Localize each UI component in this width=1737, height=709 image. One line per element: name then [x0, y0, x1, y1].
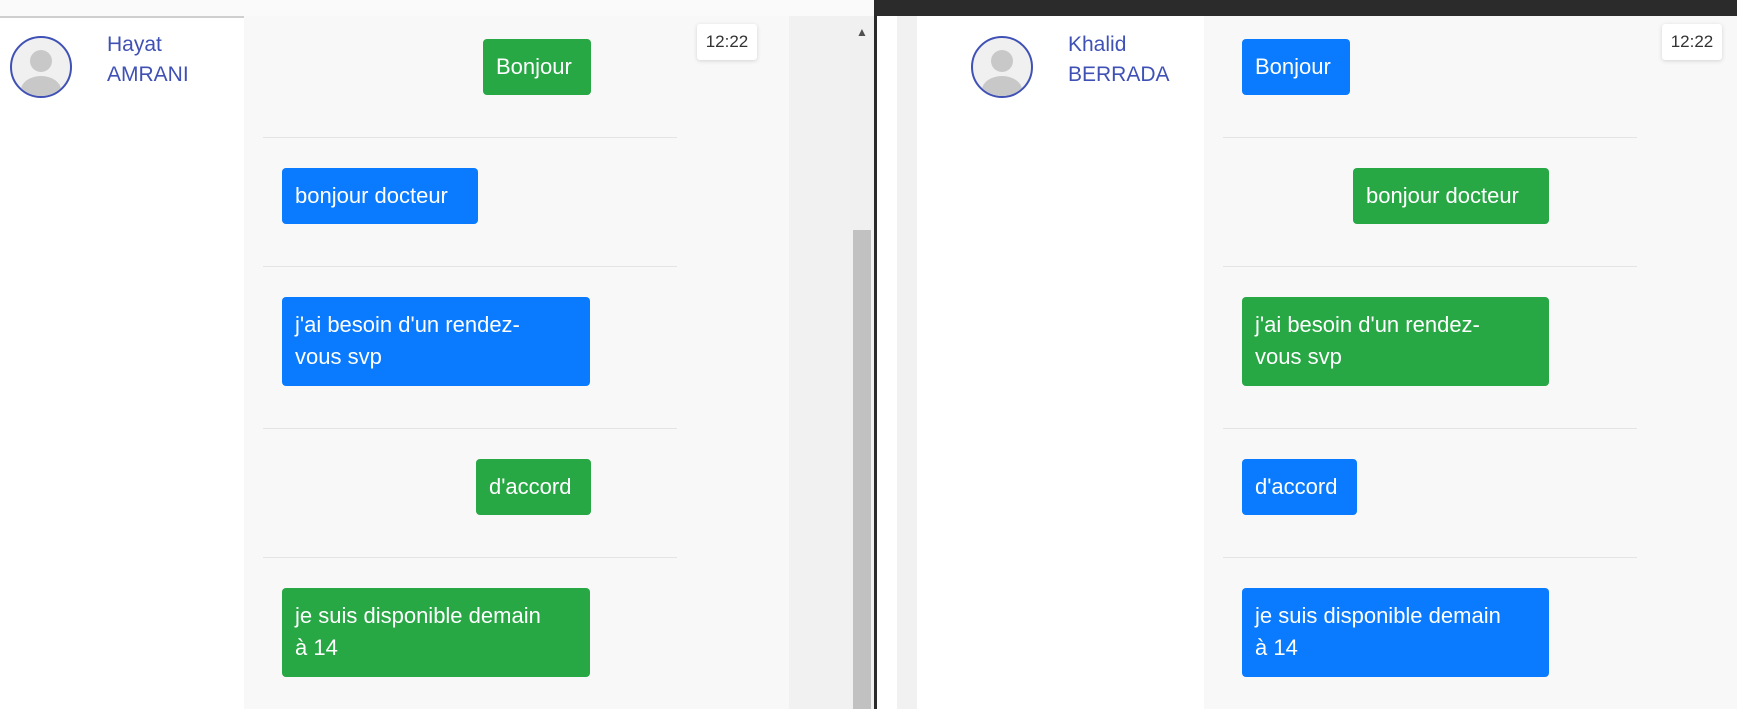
avatar [10, 36, 72, 98]
message-bubble[interactable]: d'accord [1242, 459, 1357, 515]
message-bubble[interactable]: j'ai besoin d'un rendez- vous svp [1242, 297, 1549, 386]
message-bubble[interactable]: Bonjour [1242, 39, 1350, 95]
message-bubble[interactable]: Bonjour [483, 39, 591, 95]
chat-panel-edge [897, 16, 917, 709]
message-bubble[interactable]: bonjour docteur [1353, 168, 1549, 224]
message-bubble[interactable]: je suis disponible demain à 14 [1242, 588, 1549, 677]
timestamp: 12:22 [1662, 24, 1722, 60]
scrollbar-thumb[interactable] [853, 230, 871, 709]
message-separator [1223, 137, 1637, 138]
message-bubble[interactable]: j'ai besoin d'un rendez- vous svp [282, 297, 590, 386]
contact-name: Hayat AMRANI [107, 33, 189, 86]
message-separator [1223, 557, 1637, 558]
message-separator [1223, 428, 1637, 429]
message-separator [263, 428, 677, 429]
message-separator [263, 557, 677, 558]
message-separator [263, 137, 677, 138]
message-bubble[interactable]: bonjour docteur [282, 168, 478, 224]
user-avatar-icon [982, 50, 1022, 96]
scrollbar[interactable]: ▲ [850, 16, 874, 709]
chat-panel-edge [789, 16, 850, 709]
message-bubble[interactable]: je suis disponible demain à 14 [282, 588, 590, 677]
user-avatar-icon [21, 50, 61, 96]
timestamp: 12:22 [697, 24, 757, 60]
message-separator [1223, 266, 1637, 267]
left-chat-window: Hayat AMRANI 12:22 Bonjour bonjour docte… [0, 0, 874, 709]
window-top-bar [877, 0, 1737, 16]
right-chat-window: Khalid BERRADA 12:22 Bonjour bonjour doc… [877, 0, 1737, 709]
message-bubble[interactable]: d'accord [476, 459, 591, 515]
avatar [971, 36, 1033, 98]
message-separator [263, 266, 677, 267]
scroll-up-arrow-icon[interactable]: ▲ [850, 24, 874, 40]
contact-name: Khalid BERRADA [1068, 33, 1170, 86]
